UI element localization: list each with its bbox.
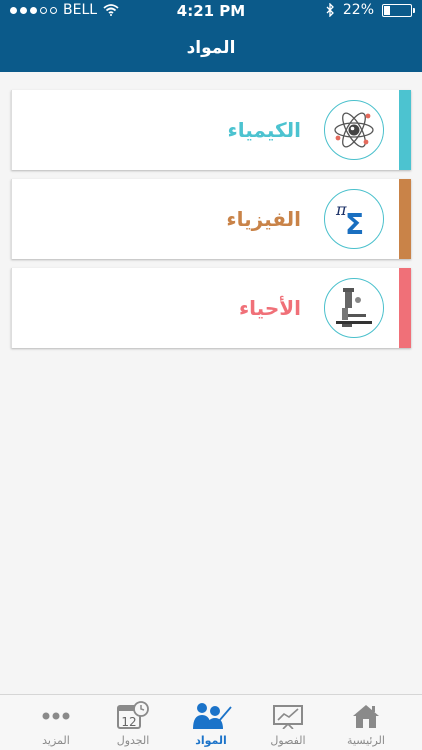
chart-board-icon [246, 701, 330, 731]
tab-label: الجدول [116, 734, 150, 747]
teacher-icon [169, 701, 253, 731]
tab-label: المزيد [42, 734, 70, 747]
tab-subjects[interactable]: المواد [169, 701, 253, 747]
subject-label: الكيمياء [227, 118, 301, 142]
tab-label: الفصول [270, 734, 306, 747]
tab-home[interactable]: الرئيسية [324, 701, 408, 747]
subject-card-physics[interactable]: π Σ الفيزياء [11, 179, 411, 259]
battery-percent: 22% [342, 2, 374, 18]
status-right: 22% [326, 2, 415, 18]
page-title: المواد [186, 38, 236, 58]
subject-list: الكيمياء π Σ الفيزياء الأحياء [11, 90, 411, 357]
more-dots-icon [14, 701, 98, 731]
tab-schedule[interactable]: 12 الجدول [91, 701, 175, 747]
subject-label: الأحياء [238, 296, 301, 320]
battery-icon [382, 3, 415, 17]
header: BELL 4:21 PM 22% المواد [0, 0, 422, 72]
subject-accent-bar [399, 179, 411, 259]
tab-label: الرئيسية [347, 734, 385, 747]
subject-accent-bar [399, 90, 411, 170]
atom-icon [324, 100, 384, 160]
bluetooth-icon [326, 3, 334, 17]
svg-text:Σ: Σ [345, 208, 364, 241]
subject-card-biology[interactable]: الأحياء [11, 268, 411, 348]
battery-level [384, 5, 390, 15]
calendar-clock-icon: 12 [91, 701, 175, 731]
subject-card-chemistry[interactable]: الكيمياء [11, 90, 411, 170]
subject-label: الفيزياء [226, 207, 301, 231]
tab-classes[interactable]: الفصول [246, 701, 330, 747]
calendar-badge: 12 [121, 715, 136, 729]
tab-label: المواد [195, 734, 227, 747]
microscope-icon [324, 278, 384, 338]
subject-accent-bar [399, 268, 411, 348]
home-icon [324, 701, 408, 731]
tab-more[interactable]: المزيد [14, 701, 98, 747]
pi-sigma-icon: π Σ [324, 189, 384, 249]
tab-bar: الرئيسية الفصول المواد 12 الجدول المزيد [0, 694, 422, 750]
status-bar: BELL 4:21 PM 22% [0, 0, 422, 22]
